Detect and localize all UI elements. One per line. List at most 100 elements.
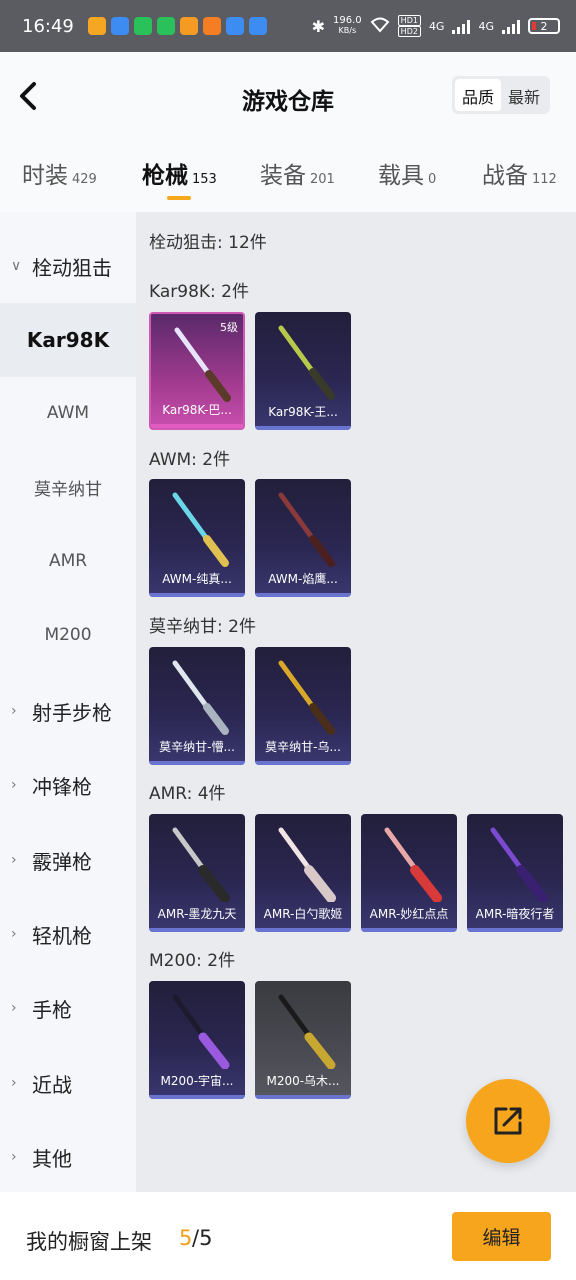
card-name: AMR-墨龙九天 <box>157 907 237 921</box>
notification-icons <box>87 17 267 35</box>
sidebar-item-bolt-action-sniper[interactable]: ∨ 栓动狙击 <box>0 229 136 303</box>
sidebar-item-label: M200 <box>44 625 92 645</box>
sidebar-item-m200[interactable]: M200 <box>0 598 136 672</box>
battery-icon: 2 <box>528 18 560 34</box>
card-name: AWM-焰鹰... <box>268 572 338 586</box>
card-name: M200-乌木... <box>266 1074 340 1088</box>
card-name: Kar98K-王... <box>268 405 338 419</box>
sort-option-quality[interactable]: 品质 <box>454 79 501 111</box>
rifle-icon <box>172 492 229 567</box>
sidebar-item-smg[interactable]: › 冲锋枪 <box>0 748 136 822</box>
status-time: 16:49 <box>22 15 74 37</box>
signal-icon <box>502 18 520 34</box>
card-level-badge: 5级 <box>220 321 238 334</box>
app-notification-icon <box>156 17 175 35</box>
rarity-bar <box>255 426 351 430</box>
network-label: 4G <box>428 19 445 33</box>
rarity-bar <box>149 1095 245 1099</box>
weapon-card[interactable]: AMR-白勺歌姬 <box>255 814 351 932</box>
app-notification-icon <box>248 17 267 35</box>
sidebar-item-lmg[interactable]: › 轻机枪 <box>0 897 136 971</box>
sidebar-item-label: 冲锋枪 <box>32 774 92 799</box>
weapon-card[interactable]: M200-宇宙... <box>149 981 245 1099</box>
rifle-icon <box>278 492 335 567</box>
sidebar-item-label: 莫辛纳甘 <box>34 479 102 500</box>
app-notification-icon <box>179 17 198 35</box>
weapon-card[interactable]: AWM-纯真... <box>149 479 245 597</box>
sidebar-item-label: 手枪 <box>32 997 72 1022</box>
chevron-right-icon: › <box>11 926 17 942</box>
tab-fashion[interactable]: 时装 429 <box>22 156 97 190</box>
net-speed: 196.0 KB/s <box>333 16 362 36</box>
sidebar-item-label: Kar98K <box>26 328 110 352</box>
rifle-icon <box>490 827 548 902</box>
tab-equipment[interactable]: 装备 201 <box>260 156 335 190</box>
sidebar-item-label: AMR <box>48 551 88 571</box>
sidebar-item-pistol[interactable]: › 手枪 <box>0 971 136 1045</box>
card-name: AMR-白勺歌姬 <box>263 907 343 921</box>
group-title-amr: AMR: 4件 <box>149 784 226 804</box>
sidebar-item-label: 射手步枪 <box>32 700 112 725</box>
sidebar-item-marksman-rifle[interactable]: › 射手步枪 <box>0 674 136 748</box>
sidebar-item-awm[interactable]: AWM <box>0 376 136 450</box>
bottom-bar: 我的橱窗上架 5 /5 编辑 <box>0 1192 576 1280</box>
hd-badges: HD1 HD2 <box>397 15 421 37</box>
sidebar-item-label: 栓动狙击 <box>32 255 112 280</box>
tab-label: 战备 <box>482 163 528 189</box>
tab-label: 枪械 <box>142 163 188 189</box>
sidebar-item-kar98k[interactable]: Kar98K <box>0 303 136 377</box>
app-notification-icon <box>110 17 129 35</box>
tab-supplies[interactable]: 战备 112 <box>482 156 557 190</box>
sidebar-item-shotgun[interactable]: › 霰弹枪 <box>0 823 136 897</box>
rifle-icon <box>174 327 231 402</box>
status-right: ✱ 196.0 KB/s HD1 HD2 4G 4G 2 <box>312 15 560 37</box>
showcase-count: 5 <box>179 1226 193 1250</box>
weapon-card[interactable]: Kar98K-王... <box>255 312 351 430</box>
rarity-bar <box>361 928 457 932</box>
sidebar-item-label: 霰弹枪 <box>32 849 92 874</box>
showcase-label: 我的橱窗上架 <box>26 1230 152 1254</box>
chevron-right-icon: › <box>11 1149 17 1165</box>
hd-badge: HD1 <box>397 15 421 26</box>
sidebar-item-melee[interactable]: › 近战 <box>0 1046 136 1120</box>
chevron-right-icon: › <box>11 1075 17 1091</box>
weapon-card[interactable]: 5级 Kar98K-巴... <box>149 312 245 430</box>
sidebar-item-other[interactable]: › 其他 <box>0 1120 136 1194</box>
card-name: 莫辛纳甘-乌... <box>265 740 341 754</box>
showcase-total: /5 <box>192 1226 213 1250</box>
card-name: M200-宇宙... <box>160 1074 234 1088</box>
tab-firearms[interactable]: 枪械 153 <box>142 156 217 190</box>
group-title-m200: M200: 2件 <box>149 951 236 971</box>
card-name: AMR-暗夜行者 <box>475 907 555 921</box>
chevron-right-icon: › <box>11 777 17 793</box>
rifle-icon <box>278 325 335 400</box>
edit-button[interactable]: 编辑 <box>452 1212 551 1261</box>
category-summary: 栓动狙击: 12件 <box>149 233 267 253</box>
rifle-icon <box>278 994 336 1069</box>
weapon-card[interactable]: AMR-墨龙九天 <box>149 814 245 932</box>
tab-vehicles[interactable]: 载具 0 <box>378 156 436 190</box>
tab-count: 112 <box>532 172 557 187</box>
sidebar-item-amr[interactable]: AMR <box>0 524 136 598</box>
rifle-icon <box>172 827 230 902</box>
weapon-card[interactable]: 莫辛纳甘-懵... <box>149 647 245 765</box>
sidebar-item-label: 轻机枪 <box>32 923 92 948</box>
chevron-right-icon: › <box>11 1000 17 1016</box>
weapon-card[interactable]: M200-乌木... <box>255 981 351 1099</box>
weapon-card[interactable]: AMR-暗夜行者 <box>467 814 563 932</box>
share-icon <box>494 1107 522 1135</box>
app-notification-icon <box>87 17 106 35</box>
weapon-card[interactable]: AWM-焰鹰... <box>255 479 351 597</box>
share-button[interactable] <box>466 1079 550 1163</box>
battery-level: 2 <box>540 19 548 33</box>
signal-icon <box>452 18 471 34</box>
category-tabs: 时装 429 枪械 153 装备 201 载具 0 战备 112 <box>0 140 576 212</box>
group-title-awm: AWM: 2件 <box>149 450 231 470</box>
tab-count: 0 <box>428 172 437 187</box>
group-title-mosin: 莫辛纳甘: 2件 <box>149 617 256 637</box>
weapon-card[interactable]: AMR-妙红点点 <box>361 814 457 932</box>
weapon-card[interactable]: 莫辛纳甘-乌... <box>255 647 351 765</box>
sort-option-newest[interactable]: 最新 <box>501 79 547 111</box>
net-speed-unit: KB/s <box>338 26 357 35</box>
sidebar-item-mosin[interactable]: 莫辛纳甘 <box>0 450 136 524</box>
